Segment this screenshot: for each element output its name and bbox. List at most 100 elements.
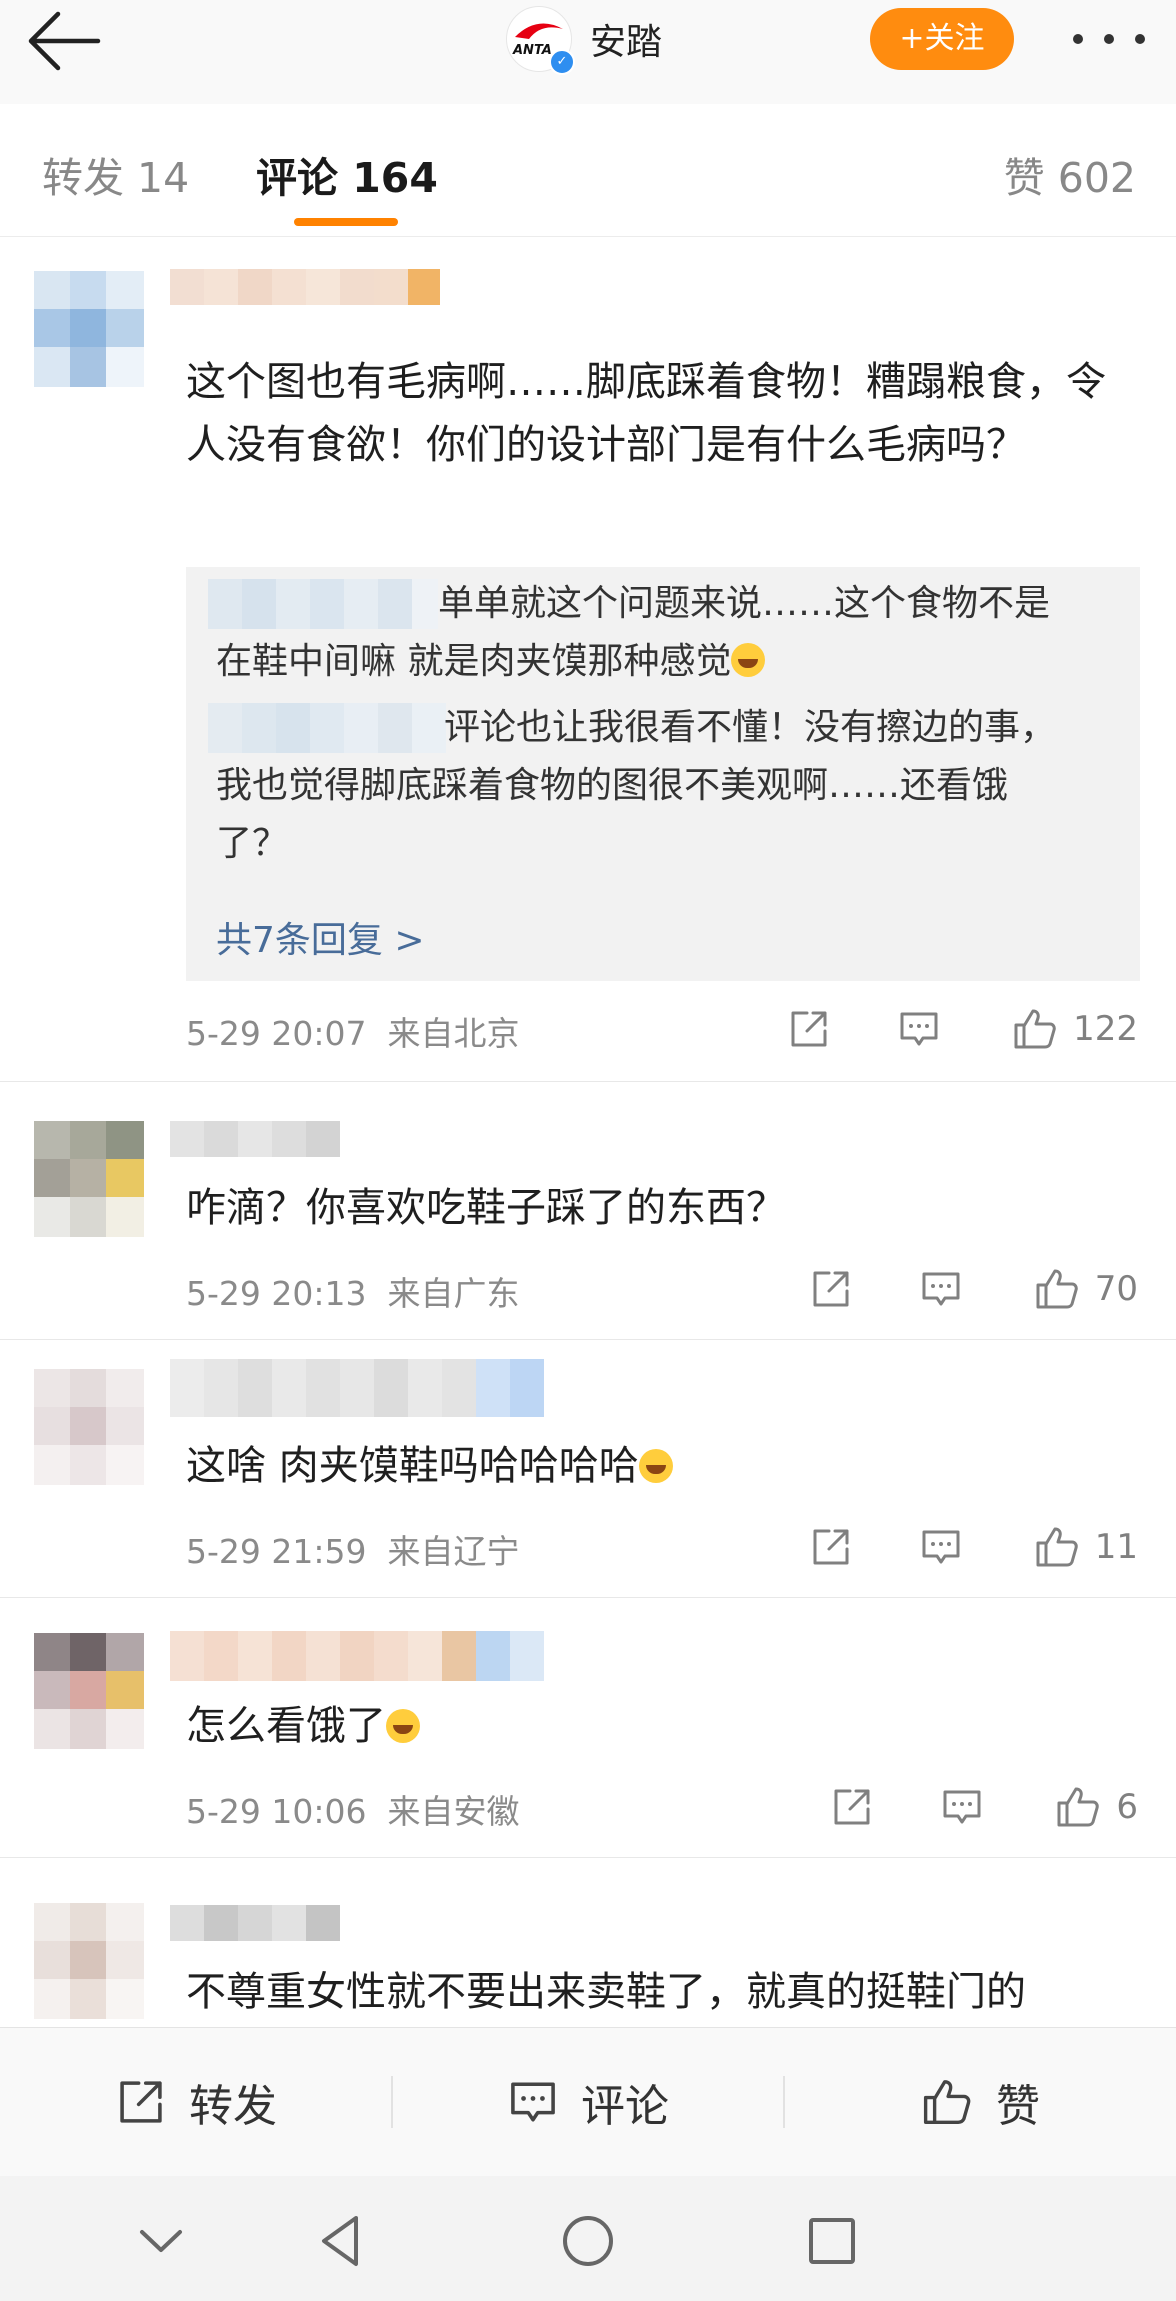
comment-icon: [900, 1012, 938, 1046]
avatar[interactable]: [34, 1633, 144, 1751]
system-recents-button[interactable]: [797, 2206, 867, 2276]
account-avatar[interactable]: ANTA ✓: [506, 6, 575, 75]
comment-icon: [511, 2082, 555, 2122]
tab-reposts[interactable]: 转发 14: [42, 144, 189, 204]
comment-time: 5-29 21:59: [186, 1532, 367, 1571]
comment-text: 不尊重女性就不要出来卖鞋了，就真的挺鞋门的: [186, 1969, 1026, 2015]
share-icon: [813, 1271, 849, 1307]
username-mask[interactable]: [170, 1631, 544, 1681]
avatar[interactable]: [34, 1369, 144, 1487]
comment-icon: [922, 1272, 960, 1306]
share-icon: [791, 1011, 827, 1047]
share-button[interactable]: [809, 1267, 853, 1311]
avatar[interactable]: [34, 1903, 144, 2021]
avatar[interactable]: [34, 1121, 144, 1239]
comment-actions: 70: [759, 1261, 1138, 1317]
comment-icon: [922, 1530, 960, 1564]
like-button[interactable]: 6: [1054, 1783, 1138, 1831]
system-home-button[interactable]: [553, 2206, 623, 2276]
tab-comments[interactable]: 评论 164: [256, 144, 438, 204]
view-all-replies-link[interactable]: 共7条回复 >: [216, 911, 425, 963]
comment-item: 这个图也有毛病啊……脚底踩着食物！糟蹋粮食，令人没有食欲！你们的设计部门是有什么…: [0, 237, 1176, 1082]
like-count: 122: [1073, 1009, 1138, 1049]
more-button[interactable]: [1064, 14, 1154, 64]
like-button[interactable]: 70: [1033, 1265, 1138, 1313]
comment-text: 咋滴？你喜欢吃鞋子踩了的东西？: [186, 1185, 786, 1231]
comment-text: 这啥 肉夹馍鞋吗哈哈哈哈: [186, 1435, 1136, 1498]
active-tab-indicator: [294, 218, 398, 226]
reply-text: 我也觉得脚底踩着食物的图很不美观啊……还看饿: [216, 765, 1009, 806]
back-arrow-icon: [28, 11, 101, 71]
comment-location: 来自辽宁: [387, 1532, 520, 1571]
comment-icon: [943, 1790, 981, 1824]
account-name[interactable]: 安踏: [590, 13, 662, 65]
square-recents-icon: [809, 2218, 855, 2264]
repost-button[interactable]: 转发: [0, 2028, 392, 2176]
thumbs-up-icon: [1014, 1009, 1056, 1049]
thumbs-up-icon: [923, 2080, 971, 2124]
comment-actions: 11: [759, 1519, 1138, 1575]
comment-button[interactable]: 评论: [392, 2028, 784, 2176]
share-icon: [834, 1789, 870, 1825]
logo-wordmark: ANTA: [513, 43, 552, 58]
like-count: 11: [1094, 1527, 1138, 1567]
share-icon: [120, 2081, 162, 2123]
comment-item: 不尊重女性就不要出来卖鞋了，就真的挺鞋门的: [0, 1857, 1176, 2027]
comment-time: 5-29 20:07: [186, 1014, 367, 1053]
comment-meta: 5-29 20:07 来自北京: [186, 1007, 519, 1055]
comment-actions: 122: [737, 1001, 1138, 1057]
account-header[interactable]: ANTA ✓ 安踏: [506, 4, 662, 75]
username-mask[interactable]: [170, 269, 440, 305]
share-icon: [813, 1529, 849, 1565]
comment-location: 来自广东: [387, 1274, 520, 1313]
avatar[interactable]: [34, 271, 144, 389]
comment-text: 这个图也有毛病啊……脚底踩着食物！糟蹋粮食，令人没有食欲！你们的设计部门是有什么…: [186, 359, 1106, 468]
like-count: 70: [1094, 1269, 1138, 1309]
username-mask[interactable]: [170, 1905, 340, 1941]
comment-time: 5-29 10:06: [186, 1792, 367, 1831]
username-mask[interactable]: [170, 1121, 340, 1157]
back-button[interactable]: [24, 8, 108, 74]
circle-home-icon: [563, 2216, 613, 2266]
username-mask[interactable]: [170, 1359, 544, 1417]
comment-meta: 5-29 10:06 来自安徽: [186, 1785, 519, 1833]
collapse-nav-button[interactable]: [126, 2206, 196, 2276]
comment-time: 5-29 20:13: [186, 1274, 367, 1313]
reply-username-mask[interactable]: [208, 703, 452, 753]
comment-location: 来自安徽: [387, 1792, 520, 1831]
tab-bar: 转发 14 评论 164 赞 602: [0, 104, 1176, 237]
more-dots-icon: [1073, 34, 1145, 44]
reply-button[interactable]: [919, 1267, 963, 1311]
bottom-action-bar: 转发 评论 赞: [0, 2027, 1176, 2176]
comment-item: 怎么看饿了 5-29 10:06 来自安徽 6: [0, 1597, 1176, 1858]
like-button[interactable]: 122: [1011, 1005, 1138, 1053]
share-button[interactable]: [787, 1007, 831, 1051]
reply-text: 了？: [216, 823, 289, 864]
laugh-cry-emoji-icon: [386, 1709, 420, 1743]
reply-username-mask[interactable]: [208, 579, 438, 629]
reply-button[interactable]: [940, 1785, 984, 1829]
thumbs-up-icon: [1036, 1527, 1078, 1567]
thumbs-up-icon: [1036, 1269, 1078, 1309]
system-back-button[interactable]: [308, 2206, 378, 2276]
reply-button[interactable]: [919, 1525, 963, 1569]
comment-item: 咋滴？你喜欢吃鞋子踩了的东西？ 5-29 20:13 来自广东 70: [0, 1081, 1176, 1340]
share-button[interactable]: [809, 1525, 853, 1569]
comment-label: 评论: [581, 2081, 669, 2132]
reply-button[interactable]: [897, 1007, 941, 1051]
reply-text: 评论也让我很看不懂！没有擦边的事，: [444, 707, 1057, 748]
like-label: 赞: [996, 2081, 1040, 2132]
chevron-down-icon: [140, 2230, 182, 2252]
laugh-cry-emoji-icon: [731, 643, 766, 677]
follow-button[interactable]: +关注: [870, 8, 1014, 70]
like-button[interactable]: 赞: [784, 2028, 1176, 2176]
like-button[interactable]: 11: [1033, 1523, 1138, 1571]
reply-text: 单单就这个问题来说……这个食物不是: [438, 583, 1051, 624]
tab-likes[interactable]: 赞 602: [1004, 144, 1136, 204]
like-count: 6: [1116, 1787, 1138, 1827]
system-navigation-bar: [0, 2176, 1176, 2301]
reply-preview[interactable]: 单单就这个问题来说……这个食物不是 在鞋中间嘛 就是肉夹馍那种感觉 评论也让我很…: [186, 567, 1140, 981]
repost-label: 转发: [189, 2081, 277, 2132]
comment-location: 来自北京: [387, 1014, 520, 1053]
share-button[interactable]: [830, 1785, 874, 1829]
